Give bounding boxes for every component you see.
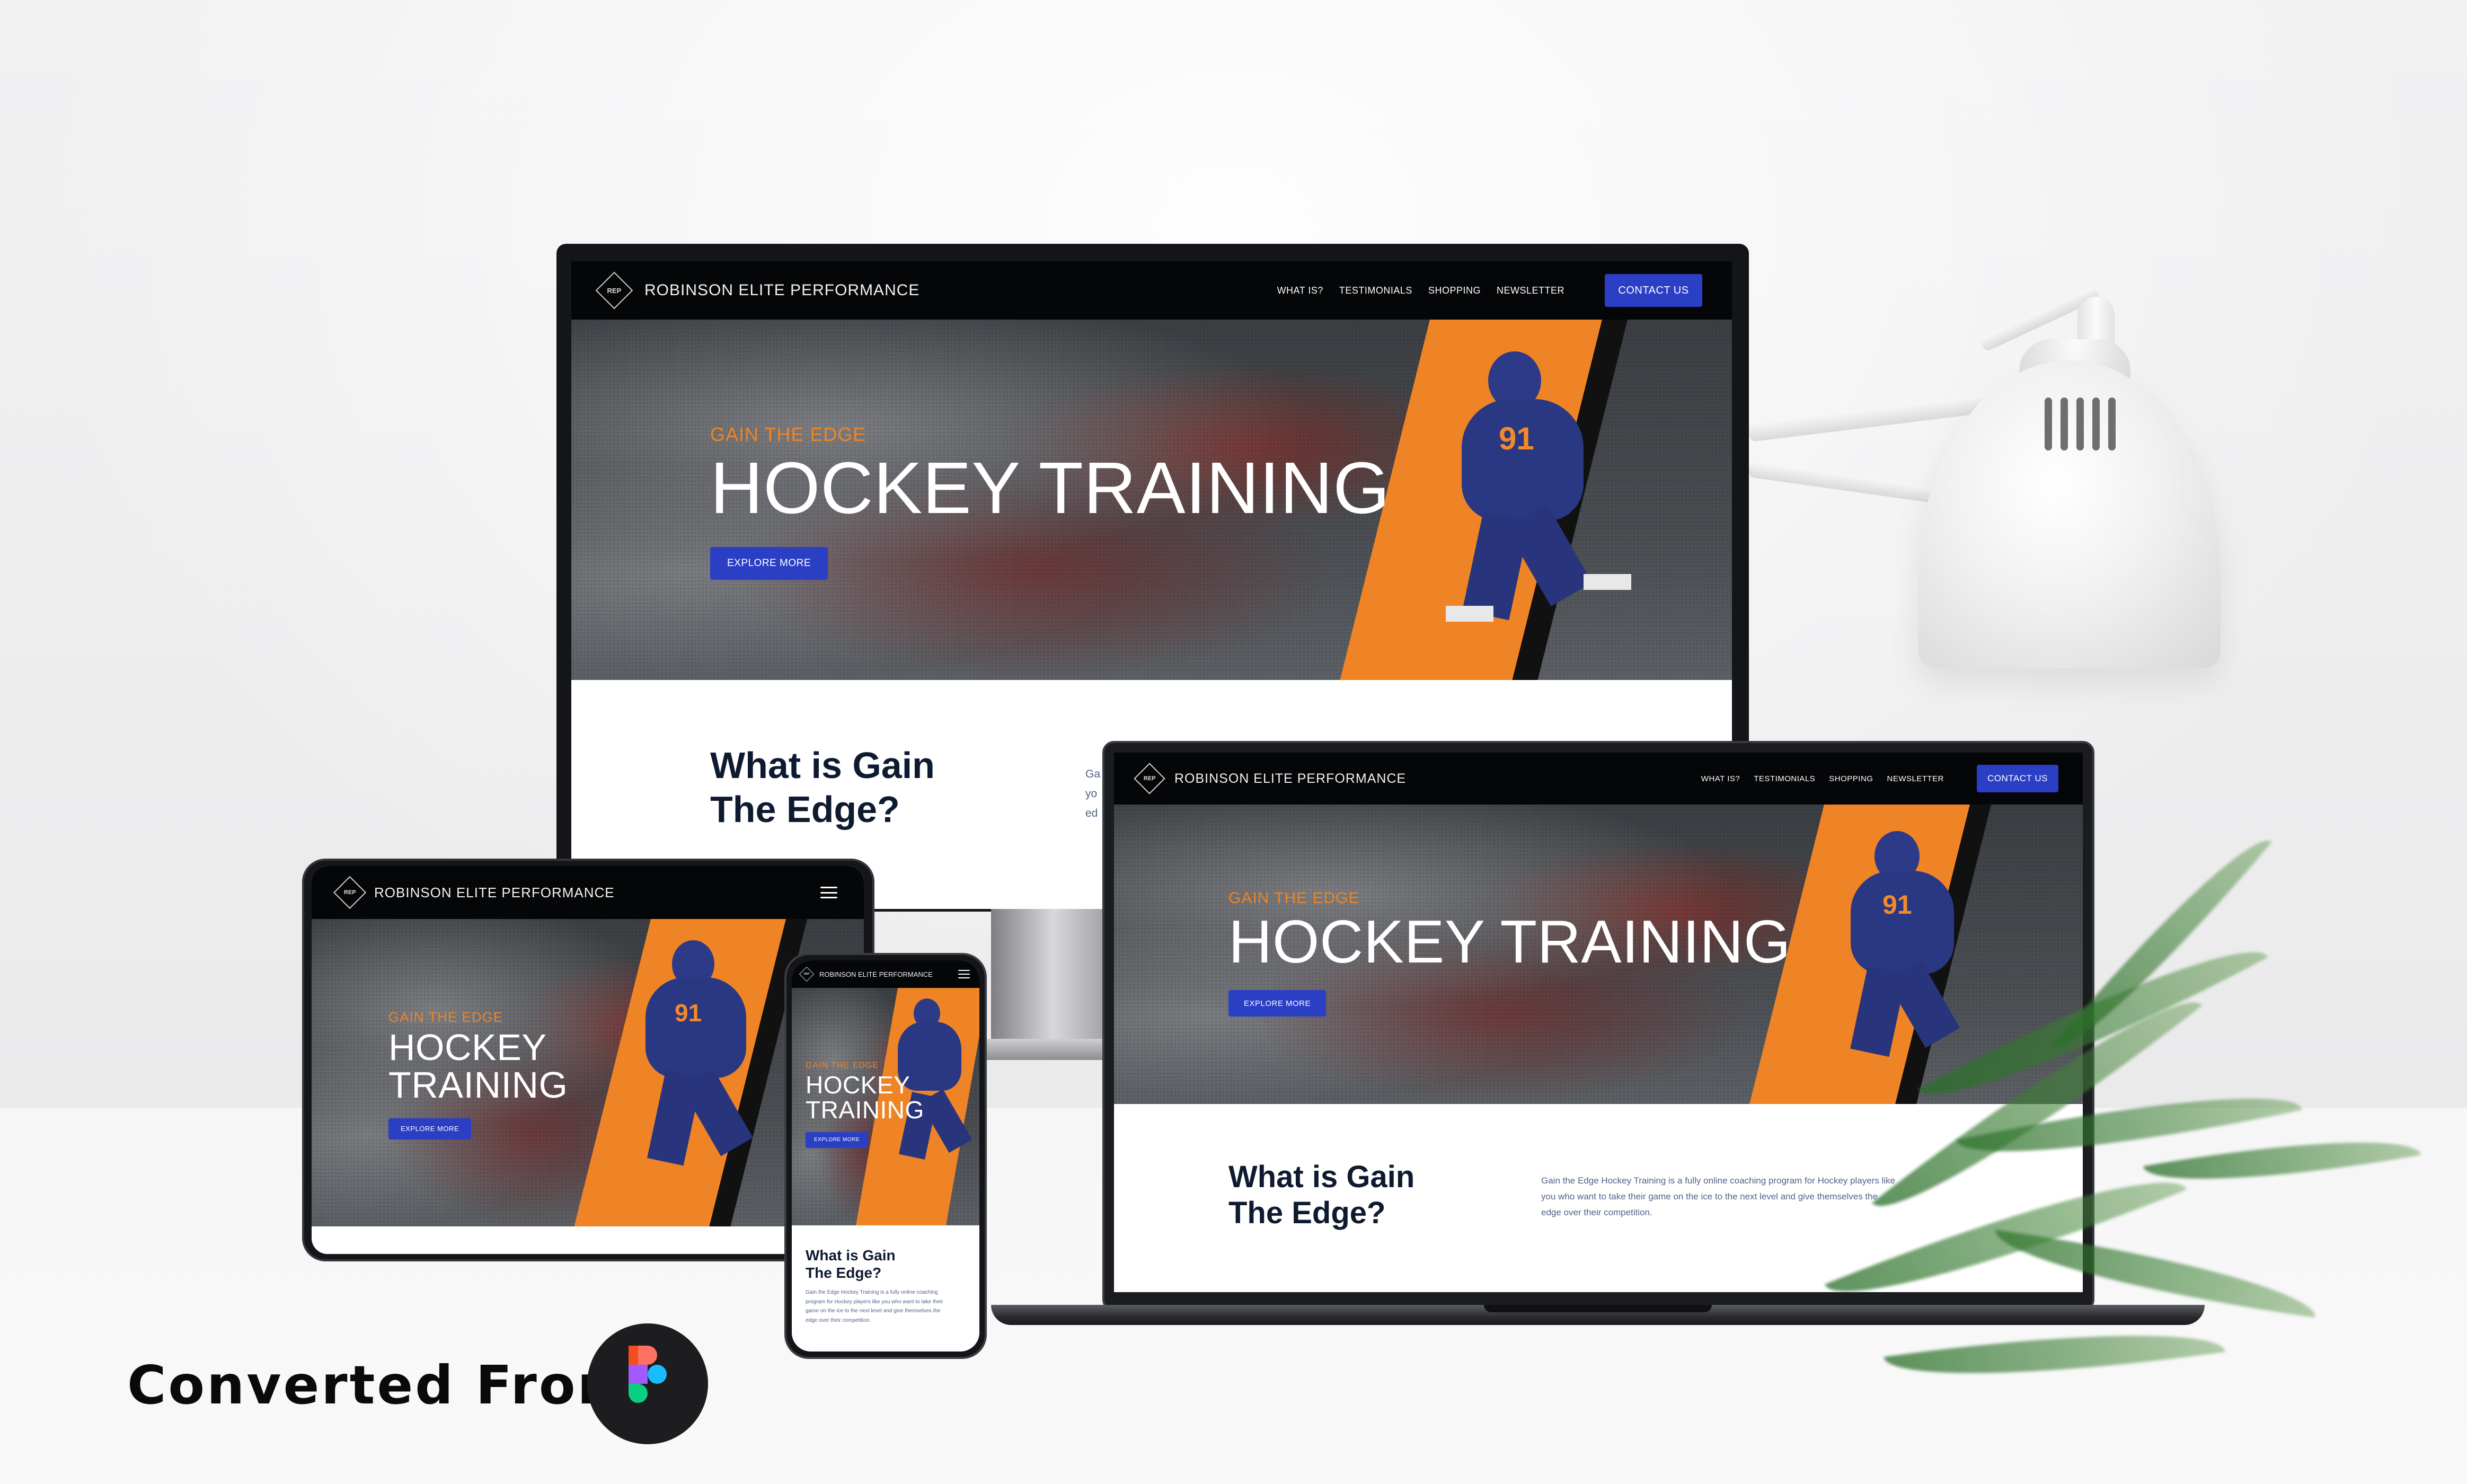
hero-text-block: GAIN THE EDGE HOCKEY TRAINING EXPLORE MO… <box>710 423 1390 580</box>
brand[interactable]: REP ROBINSON ELITE PERFORMANCE <box>333 876 615 909</box>
laptop-screen: REP ROBINSON ELITE PERFORMANCE WHAT IS? … <box>1114 753 2083 1292</box>
hockey-player-image: 91 <box>624 940 799 1205</box>
hockey-player-image: 91 <box>1824 831 2020 1080</box>
nav-link-shopping[interactable]: SHOPPING <box>1428 285 1481 296</box>
about-body-text: Gain the Edge Hockey Training is a fully… <box>1541 1176 1896 1217</box>
hero-text-block: GAIN THE EDGE HOCKEY TRAINING EXPLORE MO… <box>1228 889 1791 1017</box>
laptop-navbar: REP ROBINSON ELITE PERFORMANCE WHAT IS? … <box>1114 753 2083 805</box>
rep-logo: REP <box>595 271 633 310</box>
hero-section: 91 GAIN THE EDGE HOCKEY TRAINING EXPLORE… <box>1114 805 2083 1104</box>
site-menu: WHAT IS? TESTIMONIALS SHOPPING NEWSLETTE… <box>1701 765 2058 792</box>
brand-name: ROBINSON ELITE PERFORMANCE <box>374 884 615 900</box>
nav-link-newsletter[interactable]: NEWSLETTER <box>1887 774 1944 783</box>
brand-name: ROBINSON ELITE PERFORMANCE <box>644 281 920 299</box>
brand[interactable]: REP ROBINSON ELITE PERFORMANCE <box>799 966 933 982</box>
rep-logo: REP <box>1134 763 1165 794</box>
contact-us-button[interactable]: CONTACT US <box>1605 274 1702 307</box>
site-menu: WHAT IS? TESTIMONIALS SHOPPING NEWSLETTE… <box>1277 274 1702 307</box>
hero-section: GAIN THE EDGE HOCKEY TRAINING EXPLORE MO… <box>792 988 979 1225</box>
converted-from-label: Converted From <box>127 1354 635 1416</box>
hero-title: HOCKEY TRAINING <box>1228 908 1791 976</box>
tablet-navbar: REP ROBINSON ELITE PERFORMANCE <box>312 866 864 919</box>
phone-navbar: REP ROBINSON ELITE PERFORMANCE <box>792 960 979 988</box>
about-body-text: Gain the Edge Hockey Training is a fully… <box>806 1289 943 1323</box>
brand[interactable]: REP ROBINSON ELITE PERFORMANCE <box>1134 763 1407 794</box>
nav-link-shopping[interactable]: SHOPPING <box>1829 774 1873 783</box>
about-title: What is Gain The Edge? <box>806 1247 896 1282</box>
nav-link-what-is[interactable]: WHAT IS? <box>1277 285 1323 296</box>
nav-link-what-is[interactable]: WHAT IS? <box>1701 774 1740 783</box>
hamburger-menu-icon[interactable] <box>958 970 970 978</box>
explore-more-button[interactable]: EXPLORE MORE <box>1228 990 1326 1017</box>
rep-logo: REP <box>799 966 815 982</box>
site-navbar: REP ROBINSON ELITE PERFORMANCE WHAT IS? … <box>571 261 1732 320</box>
about-title: What is Gain The Edge? <box>1228 1160 1415 1231</box>
hero-title: HOCKEY TRAINING <box>710 447 1390 529</box>
explore-more-button[interactable]: EXPLORE MORE <box>710 546 828 580</box>
hero-text-block: GAIN THE EDGE HOCKEY TRAINING EXPLORE MO… <box>388 1009 568 1140</box>
hero-title: HOCKEY TRAINING <box>388 1027 568 1106</box>
brand-name: ROBINSON ELITE PERFORMANCE <box>819 970 933 978</box>
hockey-player-image: 91 <box>1430 351 1663 648</box>
rep-logo: REP <box>333 876 367 909</box>
hero-eyebrow: GAIN THE EDGE <box>710 423 866 445</box>
figma-icon <box>587 1323 708 1444</box>
explore-more-button[interactable]: EXPLORE MORE <box>806 1132 868 1148</box>
hero-section: 91 GAIN THE EDGE HOCKEY TRAINING EXPLORE… <box>312 919 864 1226</box>
about-section <box>312 1226 864 1254</box>
brand[interactable]: REP ROBINSON ELITE PERFORMANCE <box>595 271 920 310</box>
about-section: What is Gain The Edge? Gain the Edge Hoc… <box>792 1225 979 1352</box>
explore-more-button[interactable]: EXPLORE MORE <box>388 1118 471 1140</box>
contact-us-button[interactable]: CONTACT US <box>1977 765 2058 792</box>
hamburger-menu-icon[interactable] <box>820 887 837 898</box>
about-body-text: Ga yo ed <box>1085 768 1101 819</box>
nav-link-newsletter[interactable]: NEWSLETTER <box>1497 285 1564 296</box>
about-title: What is Gain The Edge? <box>710 745 935 830</box>
hero-section: 91 GAIN THE EDGE HOCKEY TRAINING EXPLORE… <box>571 320 1732 680</box>
brand-name: ROBINSON ELITE PERFORMANCE <box>1174 771 1407 786</box>
hero-title: HOCKEY TRAINING <box>806 1071 924 1124</box>
tablet-screen: REP ROBINSON ELITE PERFORMANCE 91 GAIN T… <box>312 866 864 1254</box>
phone-screen: REP ROBINSON ELITE PERFORMANCE GAIN THE … <box>792 960 979 1352</box>
nav-link-testimonials[interactable]: TESTIMONIALS <box>1754 774 1815 783</box>
hero-text-block: GAIN THE EDGE HOCKEY TRAINING EXPLORE MO… <box>806 1061 924 1148</box>
nav-link-testimonials[interactable]: TESTIMONIALS <box>1339 285 1412 296</box>
